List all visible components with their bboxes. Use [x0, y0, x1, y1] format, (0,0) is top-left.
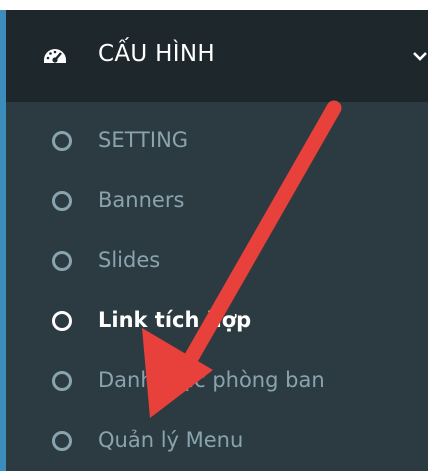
top-margin: [0, 0, 436, 10]
menu-item-label: Banners: [98, 188, 185, 212]
chevron-down-icon[interactable]: [412, 50, 428, 62]
section-header-cau-hinh[interactable]: CẤU HÌNH: [6, 10, 428, 102]
circle-outline-icon: [52, 431, 72, 451]
right-margin: [428, 0, 436, 471]
sidebar-menu: CẤU HÌNH SETTING Banners Slides Link tíc…: [0, 0, 436, 471]
menu-item-label: Danh mục phòng ban: [98, 368, 325, 392]
menu-item-label: Link tích hợp: [98, 308, 252, 332]
circle-outline-icon: [52, 131, 72, 151]
circle-outline-icon: [52, 251, 72, 271]
menu-item-danh-muc-phong-ban[interactable]: Danh mục phòng ban: [6, 352, 428, 412]
section-title: CẤU HÌNH: [98, 41, 215, 67]
menu-item-label: SETTING: [98, 128, 189, 152]
submenu-list: SETTING Banners Slides Link tích hợp Dan…: [6, 102, 428, 471]
menu-item-link-tich-hop[interactable]: Link tích hợp: [6, 292, 428, 352]
circle-outline-icon: [52, 371, 72, 391]
menu-item-slides[interactable]: Slides: [6, 232, 428, 292]
menu-item-label: Slides: [98, 248, 161, 272]
circle-outline-icon: [52, 191, 72, 211]
menu-item-banners[interactable]: Banners: [6, 172, 428, 232]
menu-item-label: Quản lý Menu: [98, 428, 244, 452]
menu-item-quan-ly-menu[interactable]: Quản lý Menu: [6, 412, 428, 472]
dashboard-gauge-icon: [44, 49, 66, 63]
menu-item-setting[interactable]: SETTING: [6, 112, 428, 172]
circle-outline-icon: [52, 311, 72, 331]
